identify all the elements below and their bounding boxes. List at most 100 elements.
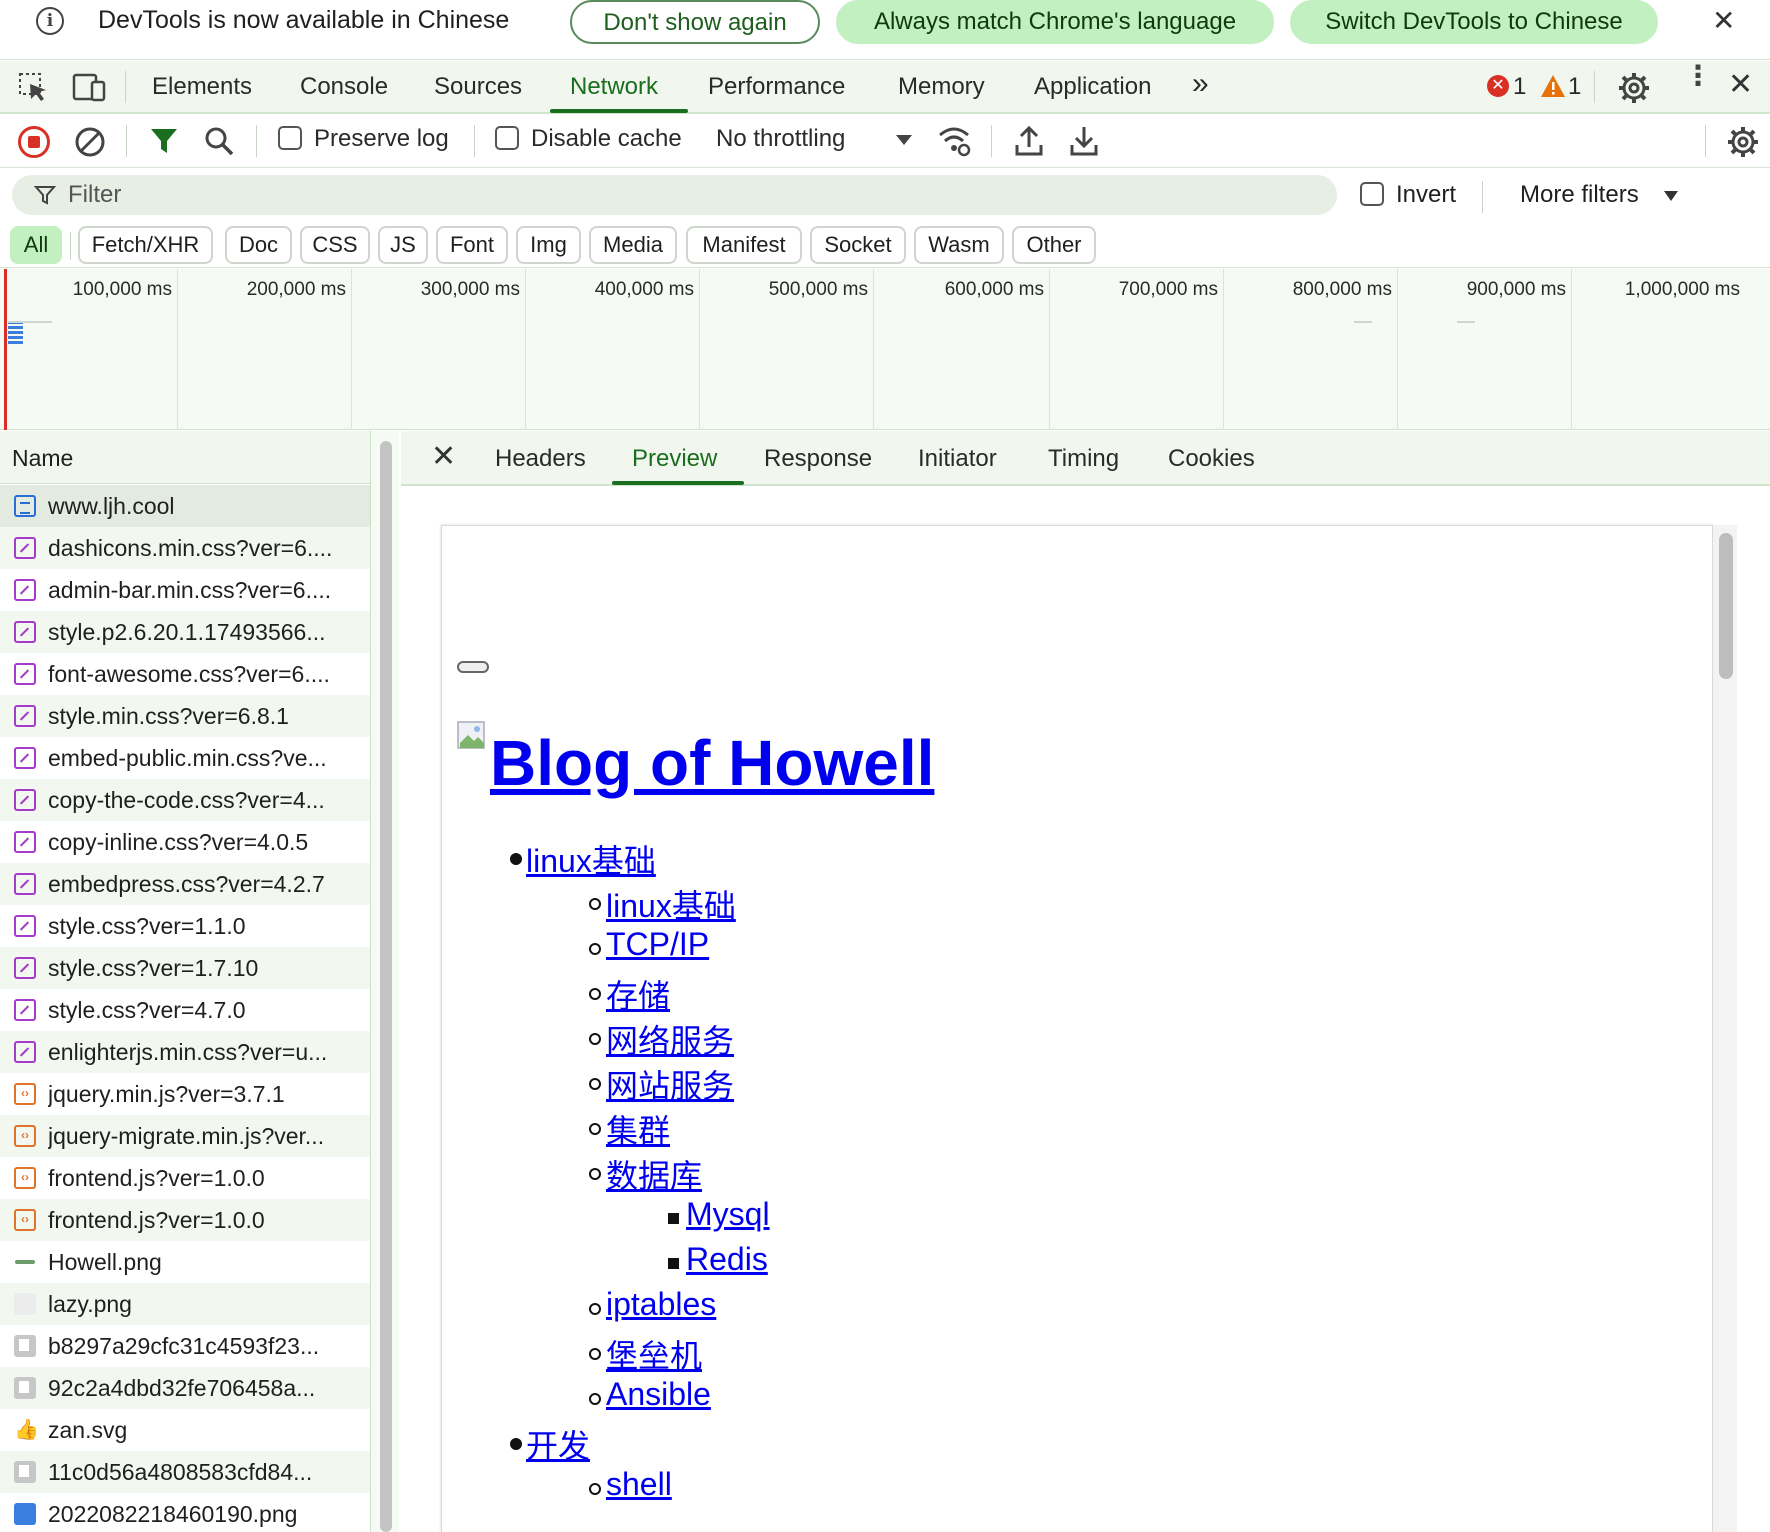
filter-input[interactable]: Filter (12, 175, 1337, 215)
request-row[interactable]: ‹› jquery.min.js?ver=3.7.1 (0, 1073, 370, 1115)
preview-nav-link[interactable]: linux基础 (526, 836, 656, 882)
search-icon[interactable] (204, 126, 234, 156)
preview-nav-link[interactable]: 存储 (606, 971, 670, 1017)
close-devtools-icon[interactable]: ✕ (1728, 67, 1753, 102)
preview-button[interactable] (457, 661, 489, 673)
request-row[interactable]: font-awesome.css?ver=6.... (0, 653, 370, 695)
chip-manifest[interactable]: Manifest (686, 226, 802, 264)
request-row[interactable]: style.css?ver=1.1.0 (0, 905, 370, 947)
switch-to-chinese-button[interactable]: Switch DevTools to Chinese (1290, 0, 1658, 44)
disable-cache-checkbox[interactable]: Disable cache (495, 125, 682, 153)
clear-icon[interactable] (74, 126, 106, 158)
tab-response[interactable]: Response (764, 445, 872, 473)
preview-nav-link[interactable]: 网络服务 (606, 1016, 734, 1062)
request-row[interactable]: style.min.css?ver=6.8.1 (0, 695, 370, 737)
tab-performance[interactable]: Performance (708, 73, 845, 101)
device-toolbar-icon[interactable] (72, 72, 108, 104)
request-row[interactable]: ‹› frontend.js?ver=1.0.0 (0, 1199, 370, 1241)
preview-site-title[interactable]: Blog of Howell (490, 726, 934, 800)
chip-media[interactable]: Media (589, 226, 677, 264)
request-row[interactable]: style.css?ver=1.7.10 (0, 947, 370, 989)
preview-nav-link[interactable]: Mysql (686, 1196, 770, 1233)
error-icon[interactable]: ✕ (1487, 75, 1509, 97)
request-row[interactable]: admin-bar.min.css?ver=6.... (0, 569, 370, 611)
preview-nav-link[interactable]: 网站服务 (606, 1061, 734, 1107)
always-match-language-button[interactable]: Always match Chrome's language (836, 0, 1274, 44)
close-details-icon[interactable]: ✕ (431, 439, 456, 474)
export-har-icon[interactable] (1070, 125, 1098, 157)
preview-nav-link[interactable]: 数据库 (606, 1151, 702, 1197)
preview-nav-link[interactable]: shell (606, 1466, 672, 1503)
request-list-scroll-thumb[interactable] (380, 441, 392, 1532)
warning-icon[interactable] (1540, 74, 1566, 98)
record-stop-icon[interactable] (18, 126, 50, 158)
request-row[interactable]: 2022082218460190.png (0, 1493, 370, 1532)
error-count[interactable]: 1 (1513, 73, 1526, 101)
chevron-down-icon[interactable] (896, 135, 912, 145)
chip-fetch-xhr[interactable]: Fetch/XHR (78, 226, 213, 264)
warning-count[interactable]: 1 (1568, 73, 1581, 101)
tab-console[interactable]: Console (300, 73, 388, 101)
request-row[interactable]: ‹› frontend.js?ver=1.0.0 (0, 1157, 370, 1199)
dont-show-again-button[interactable]: Don't show again (570, 0, 820, 44)
network-overview[interactable]: 100,000 ms 200,000 ms 300,000 ms 400,000… (0, 269, 1770, 430)
chip-js[interactable]: JS (378, 226, 428, 264)
request-row[interactable]: 92c2a4dbd32fe706458a... (0, 1367, 370, 1409)
import-har-icon[interactable] (1015, 125, 1043, 157)
request-row[interactable]: lazy.png (0, 1283, 370, 1325)
settings-gear-icon[interactable] (1617, 71, 1651, 105)
tab-timing[interactable]: Timing (1048, 445, 1119, 473)
column-name[interactable]: Name (12, 445, 73, 472)
tab-headers[interactable]: Headers (495, 445, 586, 473)
network-conditions-icon[interactable] (937, 125, 971, 157)
request-row[interactable]: b8297a29cfc31c4593f23... (0, 1325, 370, 1367)
tab-cookies[interactable]: Cookies (1168, 445, 1255, 473)
preview-nav-link[interactable]: Redis (686, 1241, 768, 1278)
preview-nav-link[interactable]: 开发 (526, 1421, 590, 1467)
network-settings-gear-icon[interactable] (1726, 125, 1760, 159)
preview-nav-link[interactable]: linux基础 (606, 881, 736, 927)
preview-nav-link[interactable]: 堡垒机 (606, 1331, 702, 1377)
invert-checkbox[interactable]: Invert (1360, 181, 1456, 209)
chip-css[interactable]: CSS (300, 226, 370, 264)
chip-doc[interactable]: Doc (225, 226, 292, 264)
more-filters-dropdown[interactable]: More filters (1520, 181, 1639, 209)
request-row[interactable]: embed-public.min.css?ve... (0, 737, 370, 779)
chip-socket[interactable]: Socket (810, 226, 906, 264)
preview-nav-link[interactable]: TCP/IP (606, 926, 709, 963)
chip-wasm[interactable]: Wasm (914, 226, 1004, 264)
tab-network[interactable]: Network (570, 73, 658, 101)
request-row[interactable]: ‹› jquery-migrate.min.js?ver... (0, 1115, 370, 1157)
chip-all[interactable]: All (10, 226, 62, 264)
request-row[interactable]: style.css?ver=4.7.0 (0, 989, 370, 1031)
tab-elements[interactable]: Elements (152, 73, 252, 101)
chip-other[interactable]: Other (1012, 226, 1096, 264)
inspect-element-icon[interactable] (18, 72, 50, 104)
request-row[interactable]: style.p2.6.20.1.17493566... (0, 611, 370, 653)
request-row[interactable]: copy-the-code.css?ver=4... (0, 779, 370, 821)
checkbox-icon[interactable] (1360, 181, 1384, 206)
more-tabs-icon[interactable]: » (1192, 67, 1209, 101)
checkbox-icon[interactable] (495, 125, 519, 150)
request-row[interactable]: embedpress.css?ver=4.2.7 (0, 863, 370, 905)
preview-nav-link[interactable]: Ansible (606, 1376, 711, 1413)
checkbox-icon[interactable] (278, 125, 302, 150)
request-row[interactable]: dashicons.min.css?ver=6.... (0, 527, 370, 569)
preview-nav-link[interactable]: 集群 (606, 1106, 670, 1152)
tab-preview[interactable]: Preview (632, 445, 717, 473)
chip-font[interactable]: Font (436, 226, 508, 264)
close-infobar-icon[interactable]: ✕ (1712, 4, 1735, 37)
tab-memory[interactable]: Memory (898, 73, 985, 101)
preview-scroll-thumb[interactable] (1719, 533, 1733, 679)
preview-nav-link[interactable]: iptables (606, 1286, 716, 1323)
tab-sources[interactable]: Sources (434, 73, 522, 101)
request-list-header[interactable]: Name (0, 431, 370, 484)
filter-funnel-icon[interactable] (149, 127, 179, 155)
request-row[interactable]: enlighterjs.min.css?ver=u... (0, 1031, 370, 1073)
more-options-icon[interactable]: ⋮ (1684, 62, 1712, 90)
throttling-select[interactable]: No throttling (716, 125, 845, 153)
tab-application[interactable]: Application (1034, 73, 1151, 101)
request-row[interactable]: Howell.png (0, 1241, 370, 1283)
caret-down-icon[interactable] (1664, 191, 1678, 201)
chip-img[interactable]: Img (516, 226, 581, 264)
